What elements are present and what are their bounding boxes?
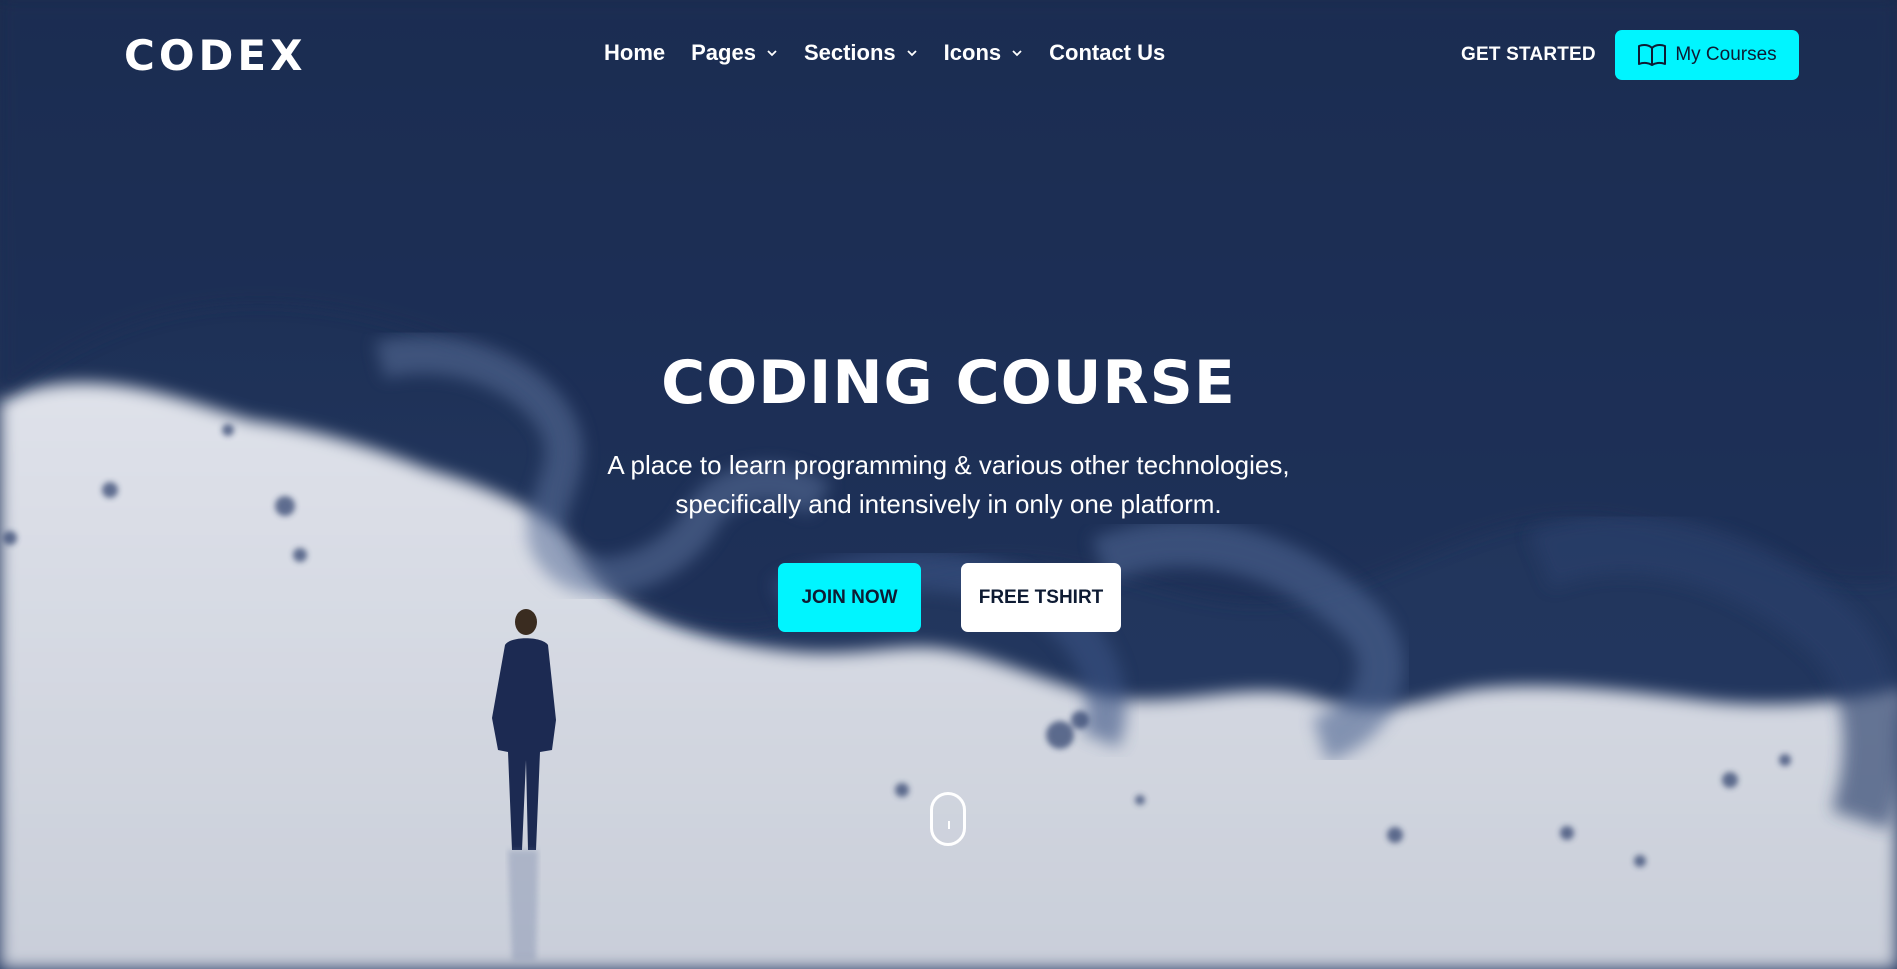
main-menu: Home Pages Sections Icons Contact Us: [604, 40, 1191, 66]
nav-item-home[interactable]: Home: [604, 40, 665, 66]
hero-title: CODING COURSE: [661, 348, 1236, 418]
nav-item-icons[interactable]: Icons: [944, 40, 1023, 66]
book-open-icon: [1638, 43, 1667, 66]
nav-item-sections[interactable]: Sections: [804, 40, 918, 66]
nav-item-label: Contact Us: [1049, 40, 1166, 65]
hero-section: CODEX Home Pages Sections Icons Contact …: [0, 0, 1897, 969]
chevron-down-icon: [1012, 50, 1022, 57]
nav-item-label: Icons: [943, 40, 1002, 65]
chevron-down-icon: [767, 50, 777, 57]
nav-item-pages[interactable]: Pages: [691, 40, 778, 66]
scroll-wheel: [948, 821, 950, 829]
brand-logo[interactable]: CODEX: [124, 30, 306, 80]
nav-item-label: Home: [604, 40, 666, 65]
hero-subtitle: A place to learn programming & various o…: [607, 450, 1290, 519]
join-now-button[interactable]: JOIN NOW: [778, 563, 921, 632]
mouse-scroll-icon[interactable]: [930, 792, 966, 846]
nav-item-contact-us[interactable]: Contact Us: [1049, 40, 1165, 66]
top-navbar: CODEX Home Pages Sections Icons Contact …: [0, 0, 1897, 112]
my-courses-label: My Courses: [1675, 44, 1777, 65]
nav-item-label: Pages: [691, 40, 756, 65]
my-courses-button[interactable]: My Courses: [1615, 30, 1799, 80]
get-started-link[interactable]: GET STARTED: [1461, 44, 1596, 66]
logo-text: CODEX: [124, 30, 307, 80]
free-tshirt-button[interactable]: FREE TSHIRT: [961, 563, 1121, 632]
nav-item-label: Sections: [803, 40, 896, 65]
chevron-down-icon: [907, 50, 917, 57]
